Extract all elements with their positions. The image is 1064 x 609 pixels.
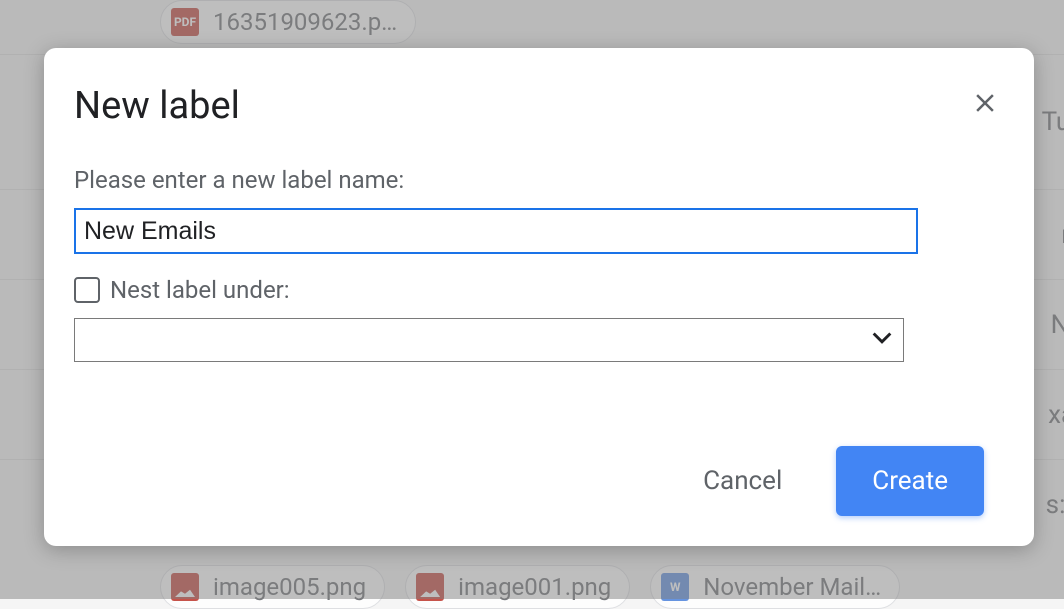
label-name-input[interactable] [74, 208, 918, 254]
new-label-dialog: New label Please enter a new label name:… [44, 48, 1034, 546]
cancel-button[interactable]: Cancel [679, 450, 806, 512]
nest-label-text: Nest label under: [110, 276, 290, 304]
close-button[interactable] [966, 84, 1004, 125]
parent-label-dropdown[interactable] [74, 318, 904, 362]
label-name-prompt: Please enter a new label name: [74, 166, 1004, 194]
create-button[interactable]: Create [836, 446, 984, 516]
nest-label-checkbox[interactable] [74, 277, 100, 303]
dialog-title: New label [74, 84, 240, 128]
close-icon [970, 88, 1000, 118]
